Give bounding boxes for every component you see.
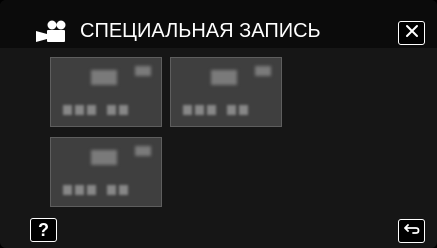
thumbnail-image — [91, 150, 117, 165]
thumbnail-image — [211, 70, 237, 85]
mode-thumbnail-3[interactable] — [50, 137, 162, 207]
mode-thumbnail-1[interactable] — [50, 57, 162, 127]
camera-menu-screen: СПЕЦИАЛЬНАЯ ЗАПИСЬ ? — [0, 0, 437, 248]
help-label: ? — [38, 219, 49, 240]
page-title: СПЕЦИАЛЬНАЯ ЗАПИСЬ — [80, 20, 321, 42]
help-button[interactable]: ? — [30, 218, 57, 242]
thumbnail-image — [91, 70, 117, 85]
thumbnail-badge — [135, 66, 151, 76]
back-button[interactable] — [398, 219, 425, 243]
return-arrow-icon — [403, 222, 420, 240]
movie-camera-icon — [36, 20, 66, 47]
mode-thumbnail-2[interactable] — [170, 57, 282, 127]
thumbnail-badge — [135, 146, 151, 156]
thumbnail-badge — [255, 66, 271, 76]
close-button[interactable] — [398, 21, 425, 45]
close-x-icon — [405, 24, 419, 43]
header-bar: СПЕЦИАЛЬНАЯ ЗАПИСЬ — [0, 0, 437, 48]
